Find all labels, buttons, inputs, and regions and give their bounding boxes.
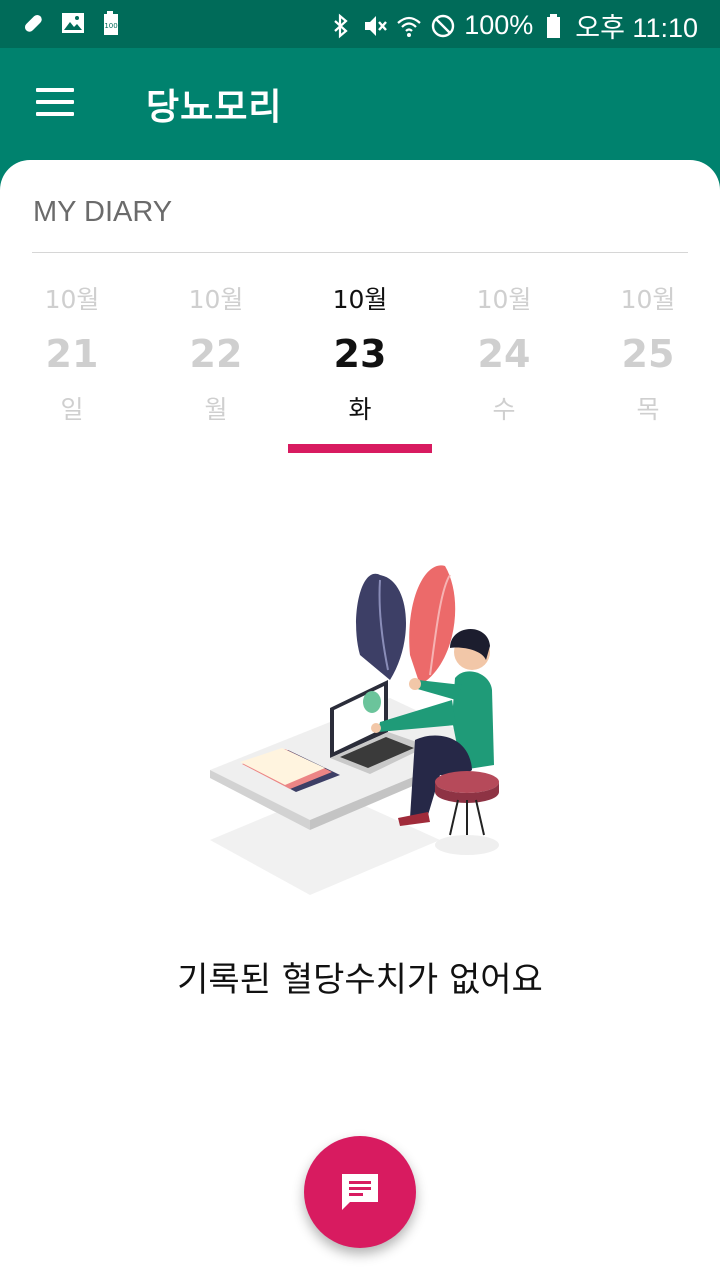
day-weekday: 목 bbox=[636, 395, 660, 424]
diary-title: MY DIARY bbox=[33, 196, 173, 228]
day-month: 10월 bbox=[332, 285, 388, 314]
day-number: 22 bbox=[189, 332, 243, 376]
day-number: 21 bbox=[45, 332, 99, 376]
menu-button[interactable] bbox=[36, 88, 74, 118]
day-number: 23 bbox=[333, 332, 387, 376]
empty-state-illustration bbox=[210, 565, 499, 895]
bluetooth-icon bbox=[334, 13, 348, 38]
day-tab-25[interactable]: 10월 25 목 bbox=[576, 280, 720, 424]
day-tab-24[interactable]: 10월 24 수 bbox=[432, 280, 576, 424]
diary-sheet: MY DIARY 10월 21 일 10월 22 월 10월 23 화 10월 … bbox=[0, 160, 720, 1280]
message-icon bbox=[342, 1174, 378, 1210]
battery-icon bbox=[547, 13, 561, 38]
image-icon bbox=[62, 13, 84, 33]
day-weekday: 일 bbox=[60, 395, 84, 424]
wifi-icon bbox=[397, 16, 421, 37]
day-weekday: 월 bbox=[204, 395, 228, 424]
day-month: 10월 bbox=[188, 285, 244, 314]
add-record-button[interactable] bbox=[304, 1136, 416, 1248]
divider bbox=[32, 252, 688, 253]
menu-icon bbox=[36, 88, 74, 92]
mute-icon bbox=[365, 15, 388, 36]
day-tab-23-selected[interactable]: 10월 23 화 bbox=[288, 280, 432, 424]
app-title: 당뇨모리 bbox=[146, 87, 283, 128]
day-month: 10월 bbox=[476, 285, 532, 314]
empty-state-message: 기록된 혈당수치가 없어요 bbox=[177, 960, 543, 1000]
svg-text:100: 100 bbox=[104, 22, 117, 30]
status-bar: 100 100% 오후 11:10 bbox=[0, 0, 720, 48]
menu-icon-bar bbox=[36, 112, 74, 116]
menu-icon-bar bbox=[36, 100, 74, 104]
day-tab-22[interactable]: 10월 22 월 bbox=[144, 280, 288, 424]
day-number: 25 bbox=[621, 332, 675, 376]
day-weekday: 화 bbox=[348, 395, 372, 424]
day-month: 10월 bbox=[44, 285, 100, 314]
battery-percent: 100% bbox=[464, 10, 534, 40]
pill-icon bbox=[24, 14, 42, 32]
do-not-disturb-icon bbox=[431, 14, 455, 37]
clock: 오후 11:10 bbox=[575, 13, 698, 43]
day-month: 10월 bbox=[620, 285, 676, 314]
day-tab-21[interactable]: 10월 21 일 bbox=[0, 280, 144, 424]
selected-day-indicator bbox=[288, 444, 432, 453]
battery-100-icon: 100 bbox=[104, 11, 118, 35]
day-number: 24 bbox=[477, 332, 531, 376]
day-weekday: 수 bbox=[492, 395, 516, 424]
app-bar: 당뇨모리 bbox=[0, 48, 720, 160]
date-selector: 10월 21 일 10월 22 월 10월 23 화 10월 24 수 10월 … bbox=[0, 280, 720, 424]
